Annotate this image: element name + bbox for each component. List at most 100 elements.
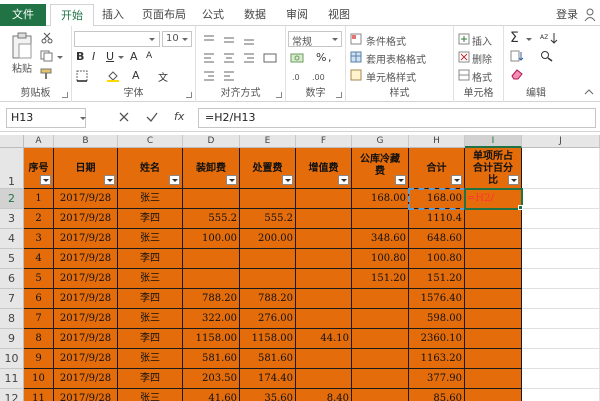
cell-f7[interactable] xyxy=(296,289,352,309)
tab-insert[interactable]: 插入 xyxy=(96,4,130,26)
vertical-align-icons[interactable] xyxy=(202,34,272,46)
cell-c9[interactable]: 李四 xyxy=(118,329,183,349)
cell-d2[interactable] xyxy=(183,189,240,209)
tab-review[interactable]: 审阅 xyxy=(280,4,314,26)
select-all-corner[interactable] xyxy=(0,135,24,148)
cell-e5[interactable] xyxy=(240,249,296,269)
underline-icon[interactable]: U xyxy=(106,50,114,63)
table-header-d[interactable]: 装卸费 xyxy=(183,148,240,189)
cell-i4[interactable] xyxy=(465,229,522,249)
number-format-combo[interactable]: 常规 xyxy=(288,31,342,48)
cell-e8[interactable]: 276.00 xyxy=(240,309,296,329)
paste-icon[interactable] xyxy=(10,32,34,60)
cell-g7[interactable] xyxy=(352,289,409,309)
column-header-a[interactable]: A xyxy=(24,135,54,148)
fill-color-icon[interactable] xyxy=(106,70,120,82)
cell-styles-button[interactable]: 单元格样式 xyxy=(366,69,416,84)
table-header-e[interactable]: 处置费 xyxy=(240,148,296,189)
cell-c6[interactable]: 张三 xyxy=(118,269,183,289)
confirm-entry-icon[interactable] xyxy=(146,111,158,123)
cell-h10[interactable]: 1163.20 xyxy=(409,349,465,369)
cell-h9[interactable]: 2360.10 xyxy=(409,329,465,349)
cell-a11[interactable]: 10 xyxy=(24,369,54,389)
format-cells-icon[interactable] xyxy=(458,69,470,81)
cell-h4[interactable]: 648.60 xyxy=(409,229,465,249)
column-header-i[interactable]: I xyxy=(465,135,522,148)
cell-g3[interactable] xyxy=(352,209,409,229)
decimal-icons[interactable]: .0 .00 xyxy=(292,70,336,82)
cell-i11[interactable] xyxy=(465,369,522,389)
cell-b6[interactable]: 2017/9/28 xyxy=(54,269,118,289)
filter-dropdown-icon[interactable] xyxy=(395,175,406,185)
cell-i2[interactable]: =H2/ xyxy=(465,189,522,209)
filter-dropdown-icon[interactable] xyxy=(282,175,293,185)
cell-a5[interactable]: 4 xyxy=(24,249,54,269)
tab-data[interactable]: 数据 xyxy=(238,4,272,26)
cell-d8[interactable]: 322.00 xyxy=(183,309,240,329)
name-box[interactable]: H13 xyxy=(6,108,86,128)
cell-a7[interactable]: 6 xyxy=(24,289,54,309)
cell-e3[interactable]: 555.2 xyxy=(240,209,296,229)
row-header-7[interactable]: 7 xyxy=(0,289,24,309)
cell-g11[interactable] xyxy=(352,369,409,389)
alignment-launcher-icon[interactable] xyxy=(276,92,282,98)
cell-f8[interactable] xyxy=(296,309,352,329)
tab-home[interactable]: 开始 xyxy=(50,4,94,27)
name-box-dropdown-icon[interactable] xyxy=(80,117,86,120)
cell-e11[interactable]: 174.40 xyxy=(240,369,296,389)
cell-c8[interactable]: 张三 xyxy=(118,309,183,329)
cell-d10[interactable]: 581.60 xyxy=(183,349,240,369)
bold-icon[interactable]: B xyxy=(76,50,84,63)
find-select-icon[interactable] xyxy=(540,50,556,62)
autosum-icon[interactable]: Σ xyxy=(510,30,519,46)
comma-style-icon[interactable]: , xyxy=(328,51,332,64)
phonetic-icon[interactable]: 文 xyxy=(158,69,168,84)
cell-g4[interactable]: 348.60 xyxy=(352,229,409,249)
insert-cells-icon[interactable] xyxy=(458,33,470,45)
border-icon[interactable] xyxy=(76,70,88,82)
column-header-d[interactable]: D xyxy=(183,135,240,148)
cell-j12[interactable] xyxy=(522,389,600,401)
row-header-10[interactable]: 10 xyxy=(0,349,24,369)
delete-cells-icon[interactable] xyxy=(458,51,470,63)
cell-b3[interactable]: 2017/9/28 xyxy=(54,209,118,229)
font-launcher-icon[interactable] xyxy=(186,92,192,98)
cell-b10[interactable]: 2017/9/28 xyxy=(54,349,118,369)
cell-e7[interactable]: 788.20 xyxy=(240,289,296,309)
cell-d6[interactable] xyxy=(183,269,240,289)
cell-i6[interactable] xyxy=(465,269,522,289)
cell-e12[interactable]: 35.60 xyxy=(240,389,296,401)
cell-d7[interactable]: 788.20 xyxy=(183,289,240,309)
sort-filter-icon[interactable]: AZ xyxy=(540,32,558,44)
row-header-4[interactable]: 4 xyxy=(0,229,24,249)
column-header-c[interactable]: C xyxy=(118,135,183,148)
cell-i10[interactable] xyxy=(465,349,522,369)
cell-g2[interactable]: 168.00 xyxy=(352,189,409,209)
font-name-combo[interactable] xyxy=(74,31,160,47)
cell-c7[interactable]: 李四 xyxy=(118,289,183,309)
cell-f9[interactable]: 44.10 xyxy=(296,329,352,349)
column-header-g[interactable]: G xyxy=(352,135,409,148)
cell-c12[interactable]: 张三 xyxy=(118,389,183,401)
cell-d9[interactable]: 1158.00 xyxy=(183,329,240,349)
cell-j8[interactable] xyxy=(522,309,600,329)
font-color-icon[interactable]: A xyxy=(132,69,140,82)
cell-g10[interactable] xyxy=(352,349,409,369)
cell-c3[interactable]: 李四 xyxy=(118,209,183,229)
indent-icons[interactable] xyxy=(202,70,278,82)
filter-dropdown-icon[interactable] xyxy=(508,175,519,185)
percent-icon[interactable]: % xyxy=(316,51,326,64)
cell-f2[interactable] xyxy=(296,189,352,209)
fill-icon[interactable] xyxy=(510,50,524,62)
row-header-3[interactable]: 3 xyxy=(0,209,24,229)
column-header-b[interactable]: B xyxy=(54,135,118,148)
cell-g8[interactable] xyxy=(352,309,409,329)
cell-f6[interactable] xyxy=(296,269,352,289)
cell-e9[interactable]: 1158.00 xyxy=(240,329,296,349)
row-header-1[interactable]: 1 xyxy=(0,148,24,189)
table-header-g[interactable]: 公库冷藏 费 xyxy=(352,148,409,189)
formula-input[interactable]: =H2/H13 xyxy=(198,108,596,128)
cell-f11[interactable] xyxy=(296,369,352,389)
format-as-table-icon[interactable] xyxy=(350,51,362,63)
cell-b8[interactable]: 2017/9/28 xyxy=(54,309,118,329)
